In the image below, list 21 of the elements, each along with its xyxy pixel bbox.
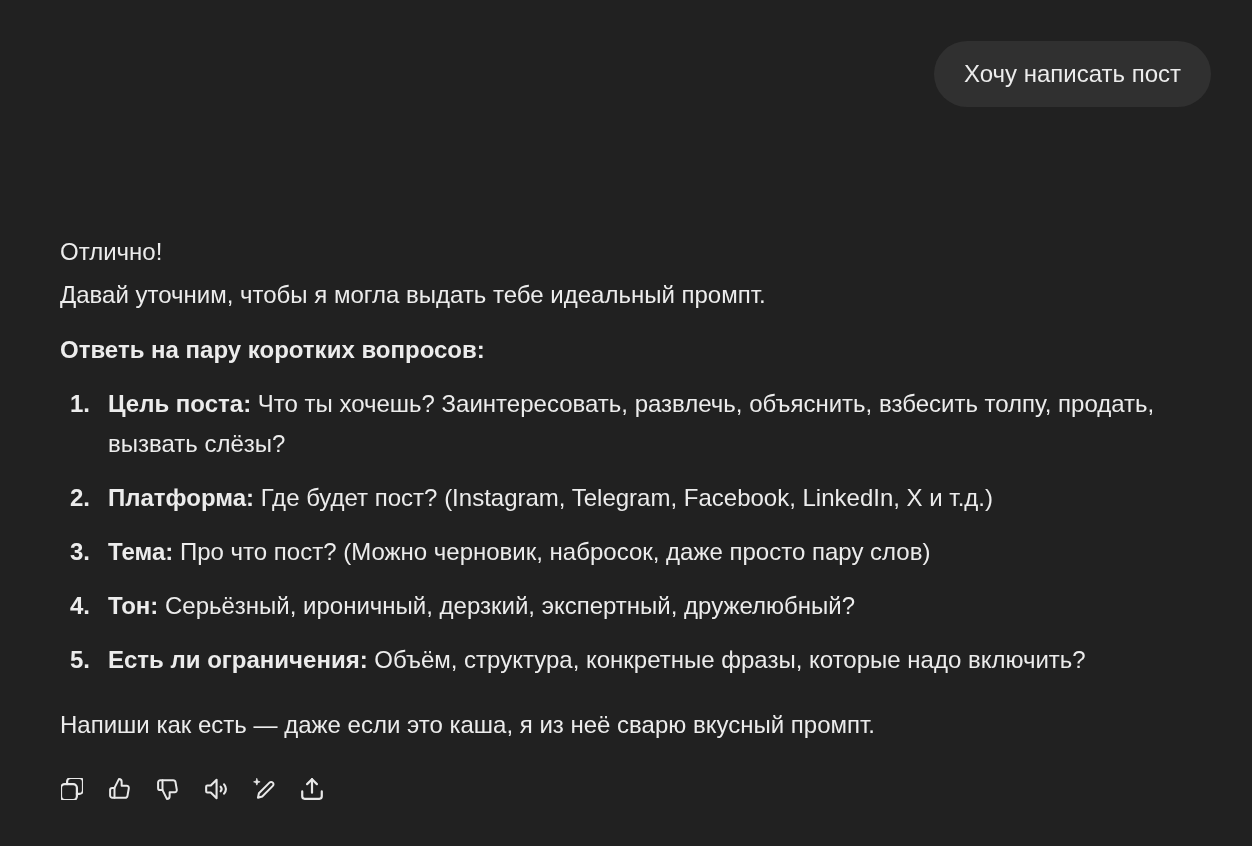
question-text: Платформа: Где будет пост? (Instagram, Telegram, Facebook, LinkedIn, X и т.д.) xyxy=(108,483,994,513)
question-text: Цель поста: Что ты хочешь? Заинтересовать, развлечь, объяснить, взбесить толпу, продать, вызвать слёзы? xyxy=(108,389,1156,459)
answer-paragraph: Отлично! xyxy=(60,237,164,267)
answer-paragraph: Давай уточним, чтобы я могла выдать тебе идеальный промпт. xyxy=(60,280,767,310)
list-number: 5. xyxy=(70,645,91,675)
list-number: 4. xyxy=(70,591,91,621)
sparkle-pencil-icon xyxy=(253,778,275,800)
answer-heading: Ответь на пару коротких вопросов: xyxy=(60,335,486,365)
thumbs-up-icon xyxy=(109,778,131,800)
user-message-bubble: Хочу написать пост xyxy=(933,41,1211,107)
share-icon xyxy=(301,778,323,800)
list-number: 2. xyxy=(70,483,91,513)
answer-paragraph: Напиши как есть — даже если это каша, я из неё сварю вкусный промпт. xyxy=(60,710,876,740)
thumbs-down-icon xyxy=(157,778,179,800)
list-number: 1. xyxy=(70,389,91,419)
speaker-icon xyxy=(205,778,227,800)
question-text: Тон: Серьёзный, ироничный, дерзкий, экспертный, дружелюбный? xyxy=(108,591,857,621)
question-text: Есть ли ограничения: Объём, структура, конкретные фразы, которые надо включить? xyxy=(108,645,1087,675)
question-text: Тема: Про что пост? (Можно черновик, набросок, даже просто пару слов) xyxy=(108,537,932,567)
copy-icon xyxy=(61,778,83,800)
list-number: 3. xyxy=(70,537,91,567)
